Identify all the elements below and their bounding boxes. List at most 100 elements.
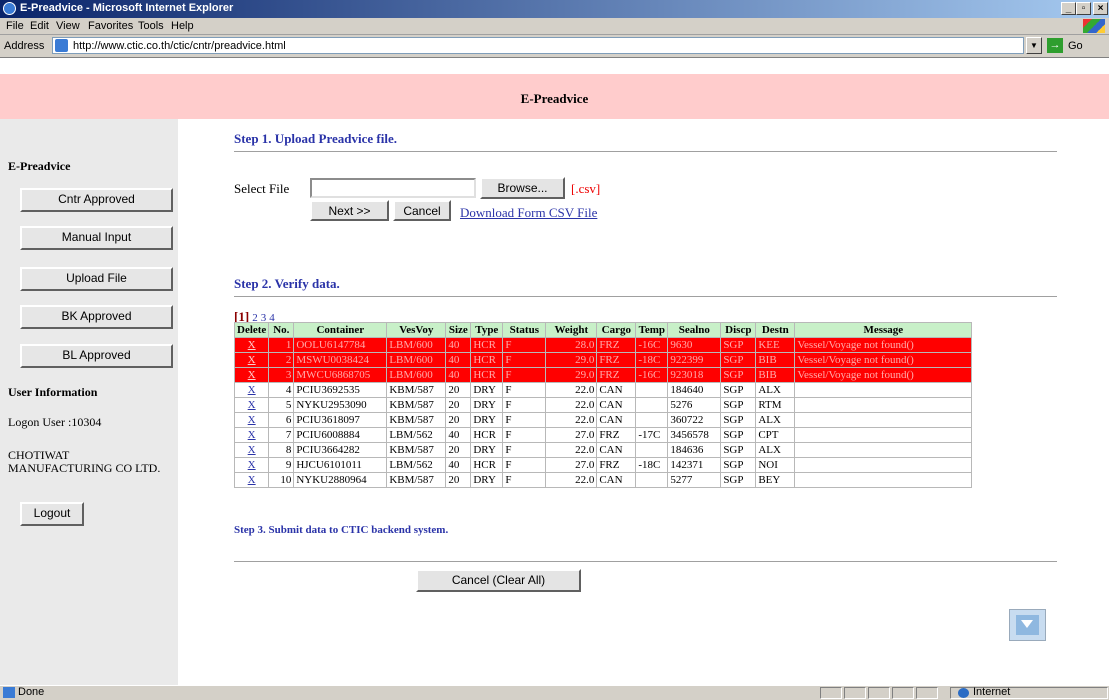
- cell-no: 4: [268, 382, 295, 398]
- cell-message: [794, 412, 973, 428]
- cell-status: F: [502, 412, 547, 428]
- scroll-down-icon[interactable]: [1009, 609, 1046, 641]
- delete-cell: X: [233, 442, 270, 458]
- bl-approved-button[interactable]: BL Approved: [20, 344, 173, 368]
- column-header-size: Size: [445, 322, 472, 338]
- cell-message: Vessel/Voyage not found(): [794, 352, 973, 368]
- status-pane: [916, 687, 938, 699]
- logout-button[interactable]: Logout: [20, 502, 84, 526]
- cntr-approved-button[interactable]: Cntr Approved: [20, 188, 173, 212]
- delete-row-link[interactable]: X: [248, 414, 256, 426]
- cell-message: [794, 457, 973, 473]
- logon-user: Logon User :10304: [8, 415, 102, 429]
- cell-size: 20: [445, 442, 472, 458]
- address-dropdown-button[interactable]: ▼: [1026, 37, 1042, 54]
- divider: [234, 151, 1057, 153]
- cancel-button[interactable]: Cancel: [393, 200, 451, 221]
- menu-help[interactable]: Help: [171, 20, 194, 32]
- minimize-button[interactable]: _: [1061, 2, 1076, 15]
- go-button-label[interactable]: Go: [1068, 40, 1083, 52]
- column-header-vesvoy: VesVoy: [386, 322, 447, 338]
- page-header: E-Preadvice: [0, 74, 1109, 119]
- bk-approved-button[interactable]: BK Approved: [20, 305, 173, 329]
- divider: [234, 561, 1057, 563]
- cell-sealno: 5277: [667, 472, 722, 488]
- delete-row-link[interactable]: X: [248, 474, 256, 486]
- cell-message: Vessel/Voyage not found(): [794, 337, 973, 353]
- cell-sealno: 923018: [667, 367, 722, 383]
- cell-message: [794, 472, 973, 488]
- cell-size: 40: [445, 457, 472, 473]
- delete-row-link[interactable]: X: [248, 384, 256, 396]
- menu-file[interactable]: File: [6, 20, 24, 32]
- status-pane: [844, 687, 866, 699]
- menu-bar: File Edit View Favorites Tools Help: [0, 18, 1109, 35]
- address-url[interactable]: http://www.ctic.co.th/ctic/cntr/preadvic…: [73, 40, 286, 52]
- cell-weight: 22.0: [545, 397, 598, 413]
- status-pane: [820, 687, 842, 699]
- menu-view[interactable]: View: [56, 20, 80, 32]
- page-done-icon: [3, 687, 15, 698]
- cell-cargo: FRZ: [596, 337, 637, 353]
- delete-row-link[interactable]: X: [248, 339, 256, 351]
- table-row: X 9 HJCU6101011 LBM/562 40 HCR F 27.0 FRZ -18C 142…: [233, 457, 973, 473]
- delete-row-link[interactable]: X: [248, 459, 256, 471]
- maximize-button[interactable]: ▫: [1076, 2, 1091, 15]
- cell-no: 6: [268, 412, 295, 428]
- cell-sealno: 184636: [667, 442, 722, 458]
- cell-discp: SGP: [720, 352, 757, 368]
- menu-tools[interactable]: Tools: [138, 20, 164, 32]
- cell-discp: SGP: [720, 442, 757, 458]
- delete-row-link[interactable]: X: [248, 444, 256, 456]
- sidebar-section-title: E-Preadvice: [8, 159, 71, 173]
- upload-file-button[interactable]: Upload File: [20, 267, 173, 291]
- cell-message: [794, 427, 973, 443]
- delete-row-link[interactable]: X: [248, 399, 256, 411]
- cell-cargo: CAN: [596, 382, 637, 398]
- delete-cell: X: [233, 382, 270, 398]
- internet-globe-icon: [958, 688, 969, 698]
- next-button[interactable]: Next >>: [310, 200, 389, 221]
- delete-cell: X: [233, 472, 270, 488]
- cell-type: DRY: [470, 412, 504, 428]
- download-csv-link[interactable]: Download Form CSV File: [460, 205, 597, 221]
- page-title: E-Preadvice: [520, 91, 589, 106]
- cell-sealno: 9630: [667, 337, 722, 353]
- table-header-row: Delete No. Container VesVoy Size Type Status We…: [233, 322, 973, 338]
- delete-row-link[interactable]: X: [248, 369, 256, 381]
- cell-cargo: FRZ: [596, 352, 637, 368]
- file-path-input[interactable]: [310, 178, 476, 198]
- cell-status: F: [502, 337, 547, 353]
- delete-row-link[interactable]: X: [248, 354, 256, 366]
- go-arrow-icon[interactable]: →: [1047, 38, 1063, 53]
- cell-temp: [635, 382, 669, 398]
- cell-type: HCR: [470, 457, 504, 473]
- status-text: Done: [18, 686, 45, 698]
- browse-button[interactable]: Browse...: [480, 177, 565, 199]
- cell-vesvoy: KBM/587: [386, 472, 447, 488]
- address-label: Address: [4, 40, 45, 52]
- cell-type: HCR: [470, 337, 504, 353]
- delete-cell: X: [233, 352, 270, 368]
- cell-size: 40: [445, 337, 472, 353]
- cancel-clear-all-button[interactable]: Cancel (Clear All): [416, 569, 581, 592]
- close-button[interactable]: ×: [1093, 2, 1108, 15]
- internet-explorer-icon: [3, 2, 16, 15]
- menu-favorites[interactable]: Favorites: [88, 20, 133, 32]
- manual-input-button[interactable]: Manual Input: [20, 226, 173, 250]
- cell-temp: [635, 412, 669, 428]
- cell-discp: SGP: [720, 337, 757, 353]
- cell-weight: 22.0: [545, 442, 598, 458]
- cell-type: HCR: [470, 352, 504, 368]
- delete-row-link[interactable]: X: [248, 429, 256, 441]
- cell-cargo: FRZ: [596, 367, 637, 383]
- address-input[interactable]: http://www.ctic.co.th/ctic/cntr/preadvic…: [52, 37, 1024, 54]
- status-bar: Done Internet: [0, 685, 1109, 700]
- cell-cargo: FRZ: [596, 457, 637, 473]
- cell-destn: BIB: [755, 352, 796, 368]
- menu-edit[interactable]: Edit: [30, 20, 49, 32]
- cell-sealno: 142371: [667, 457, 722, 473]
- cell-weight: 22.0: [545, 412, 598, 428]
- cell-temp: -17C: [635, 427, 669, 443]
- cell-container: PCIU6008884: [293, 427, 388, 443]
